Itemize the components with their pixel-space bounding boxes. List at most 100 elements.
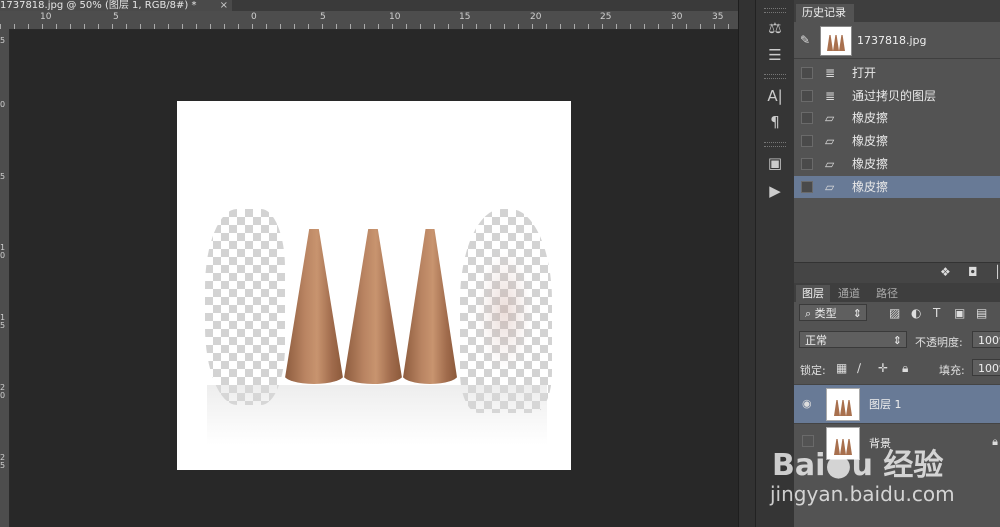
- chevron-updown-icon: ⇕: [892, 334, 902, 347]
- history-item[interactable]: ▱ 橡皮擦: [794, 130, 1000, 152]
- history-item-label: 通过拷贝的图层: [852, 89, 937, 103]
- document-canvas[interactable]: [177, 101, 571, 470]
- lock-position-icon[interactable]: ✛: [878, 361, 888, 375]
- chevron-updown-icon: ⇕: [852, 307, 862, 320]
- ruler-top: 10 5 0 5 10 15 20 25 30 35: [0, 11, 738, 30]
- incense-cone-image: [402, 229, 458, 384]
- history-item[interactable]: ≣ 通过拷贝的图层: [794, 85, 1000, 107]
- history-item-label: 橡皮擦: [852, 157, 889, 171]
- ruler-label: 25: [600, 12, 612, 22]
- brush-tools-icon[interactable]: ⚖: [762, 17, 788, 39]
- history-source-checkbox[interactable]: [801, 181, 813, 193]
- history-source-checkbox[interactable]: [801, 112, 813, 124]
- history-item[interactable]: ≣ 打开: [794, 62, 1000, 84]
- eraser-icon: ▱: [825, 180, 835, 194]
- tab-channels[interactable]: 通道: [832, 285, 866, 302]
- fill-input[interactable]: 100%: [972, 359, 1000, 376]
- history-item-label: 橡皮擦: [852, 111, 889, 125]
- ruler-ticks: [0, 24, 738, 29]
- history-footer: ❖ ◘ │: [794, 262, 1000, 283]
- lock-pixels-icon[interactable]: ∕: [857, 361, 861, 375]
- close-icon[interactable]: ×: [220, 0, 228, 11]
- opacity-input[interactable]: 100%: [972, 331, 1000, 348]
- floor-reflection: [207, 385, 547, 445]
- type-filter-icon[interactable]: T: [933, 306, 940, 320]
- history-item-label: 橡皮擦: [852, 180, 889, 194]
- document-icon: ≣: [825, 66, 836, 80]
- snapshot-label: 1737818.jpg: [857, 34, 927, 47]
- incense-cone-image: [343, 229, 403, 384]
- camera-snapshot-icon[interactable]: ◘: [968, 265, 978, 279]
- layer-name[interactable]: 图层 1: [869, 396, 902, 412]
- ruler-label: 1 5: [0, 313, 6, 330]
- document-icon: ≣: [825, 89, 836, 103]
- ruler-label: 5: [113, 12, 119, 22]
- blend-mode-value: 正常: [805, 334, 827, 347]
- lock-all-icon[interactable]: 🔒︎: [902, 361, 908, 376]
- incense-cone-image: [284, 229, 344, 384]
- pixel-filter-icon[interactable]: ▨: [889, 306, 900, 320]
- visibility-eye-icon[interactable]: ◉: [802, 397, 812, 410]
- history-source-checkbox[interactable]: [801, 90, 813, 102]
- tab-bar: [232, 0, 752, 11]
- shape-filter-icon[interactable]: ▣: [954, 306, 965, 320]
- history-item-label: 打开: [852, 66, 877, 80]
- layer-filter-select[interactable]: ⌕ 类型 ⇕: [799, 304, 867, 321]
- paragraph-icon[interactable]: ¶: [762, 111, 788, 133]
- tab-history[interactable]: 历史记录: [796, 4, 854, 22]
- history-item[interactable]: ▱ 橡皮擦: [794, 107, 1000, 129]
- document-tab-title: 1737818.jpg @ 50% (图层 1, RGB/8#) *: [0, 0, 197, 11]
- grip-handle[interactable]: [764, 142, 786, 147]
- ruler-label: 35: [712, 12, 724, 22]
- panel-collapse-bar[interactable]: [738, 0, 755, 527]
- layer-thumbnail: [826, 388, 860, 421]
- ruler-label: 30: [671, 12, 683, 22]
- history-item[interactable]: ▱ 橡皮擦: [794, 153, 1000, 175]
- layer-row-layer1[interactable]: ◉ 图层 1: [794, 384, 1000, 423]
- watermark-logo: Bai●u 经验: [772, 448, 944, 483]
- snapshot-thumbnail: [820, 26, 852, 56]
- ruler-label: 0: [0, 100, 6, 109]
- layers-panel-tabs: 图层 通道 路径: [794, 283, 1000, 302]
- history-source-checkbox[interactable]: [801, 67, 813, 79]
- tab-paths[interactable]: 路径: [870, 285, 904, 302]
- ruler-label: 0: [251, 12, 257, 22]
- document-tab[interactable]: 1737818.jpg @ 50% (图层 1, RGB/8#) * ×: [0, 0, 232, 11]
- history-source-checkbox[interactable]: [801, 135, 813, 147]
- ruler-label: 2 0: [0, 383, 6, 400]
- history-item-label: 橡皮擦: [852, 134, 889, 148]
- history-item-selected[interactable]: ▱ 橡皮擦: [794, 176, 1000, 198]
- erased-residue: [477, 251, 532, 371]
- ruler-label: 1 0: [0, 243, 6, 260]
- character-icon[interactable]: A|: [762, 85, 788, 107]
- fill-label: 填充:: [939, 364, 965, 377]
- history-snapshot[interactable]: ✎ 1737818.jpg: [794, 24, 1000, 59]
- history-source-checkbox[interactable]: [801, 158, 813, 170]
- ruler-left: 5 0 5 1 0 1 5 2 0 2 5: [0, 29, 10, 527]
- ruler-label: 5: [320, 12, 326, 22]
- grip-handle[interactable]: [764, 8, 786, 13]
- layer-filter-value: ⌕ 类型: [805, 307, 837, 320]
- 3d-icon[interactable]: ▣: [762, 152, 788, 174]
- ruler-label: 5: [0, 36, 6, 45]
- ruler-label: 5: [0, 172, 6, 181]
- ruler-label: 20: [530, 12, 542, 22]
- history-brush-icon[interactable]: ✎: [800, 33, 810, 47]
- grip-handle[interactable]: [764, 74, 786, 79]
- ruler-label: 10: [40, 12, 52, 22]
- eraser-icon: ▱: [825, 134, 835, 148]
- opacity-label: 不透明度:: [915, 336, 963, 349]
- blend-mode-select[interactable]: 正常 ⇕: [799, 331, 907, 348]
- tab-layers[interactable]: 图层: [796, 285, 830, 302]
- smart-object-filter-icon[interactable]: ▤: [976, 306, 987, 320]
- ruler-label: 2 5: [0, 453, 6, 470]
- history-panel: 历史记录 ✎ 1737818.jpg ≣ 打开 ≣ 通过拷贝的图层 ▱ 橡皮擦 …: [794, 0, 1000, 262]
- play-action-icon[interactable]: ▶: [762, 180, 788, 202]
- adjustment-filter-icon[interactable]: ◐: [911, 306, 921, 320]
- delete-state-icon[interactable]: │: [994, 265, 1000, 279]
- lock-transparent-icon[interactable]: ▦: [836, 361, 847, 375]
- transparent-region-left: [205, 209, 285, 405]
- adjust-sliders-icon[interactable]: ☰: [762, 44, 788, 66]
- new-document-from-state-icon[interactable]: ❖: [940, 265, 951, 279]
- ruler-label: 10: [389, 12, 401, 22]
